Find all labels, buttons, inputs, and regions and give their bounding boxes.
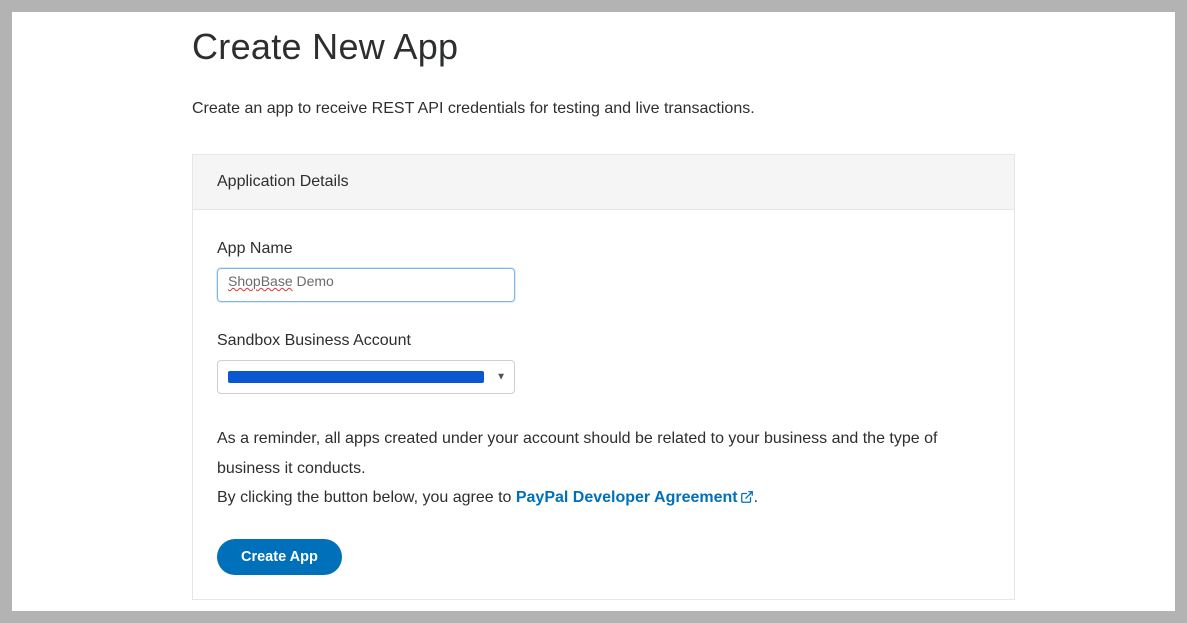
sandbox-account-label: Sandbox Business Account: [217, 332, 990, 350]
sandbox-account-field: Sandbox Business Account ▼: [217, 332, 990, 394]
sandbox-account-value-redacted: [228, 371, 484, 383]
app-name-field: App Name ShopBase Demo: [217, 240, 990, 302]
card-body: App Name ShopBase Demo Sandbox Business …: [193, 210, 1014, 599]
application-details-card: Application Details App Name ShopBase De…: [192, 154, 1015, 600]
agree-prefix: By clicking the button below, you agree …: [217, 489, 516, 506]
page-container: Create New App Create an app to receive …: [12, 12, 1175, 611]
chevron-down-icon: ▼: [496, 372, 506, 383]
external-link-icon: [740, 485, 754, 515]
reminder-text: As a reminder, all apps created under yo…: [217, 424, 990, 483]
agreement-line: By clicking the button below, you agree …: [217, 483, 990, 515]
page-title: Create New App: [192, 26, 1015, 68]
create-app-button[interactable]: Create App: [217, 539, 342, 575]
app-name-value-part1: ShopBase: [228, 273, 293, 289]
app-name-input[interactable]: ShopBase Demo: [217, 268, 515, 302]
agreement-link-text: PayPal Developer Agreement: [516, 489, 738, 506]
app-name-value-part2: Demo: [293, 273, 334, 289]
developer-agreement-link[interactable]: PayPal Developer Agreement: [516, 489, 754, 506]
app-name-label: App Name: [217, 240, 990, 258]
sandbox-account-select[interactable]: ▼: [217, 360, 515, 394]
agree-suffix: .: [754, 489, 758, 506]
card-header: Application Details: [193, 155, 1014, 210]
page-subtitle: Create an app to receive REST API creden…: [192, 100, 1015, 118]
